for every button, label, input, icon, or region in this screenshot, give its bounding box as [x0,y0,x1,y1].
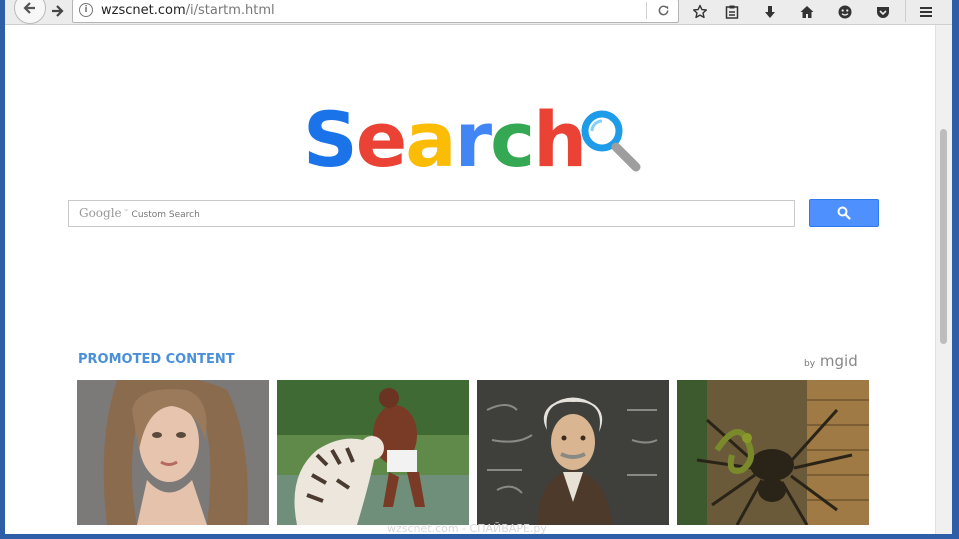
page-content: Search Google ™ Custom Search PROMOTED CO… [5,25,935,534]
bookmark-star-button[interactable] [689,1,711,23]
home-icon [800,6,814,18]
pocket-button[interactable] [872,1,894,23]
logo-letter: e [355,95,408,184]
logo-letter: r [454,95,493,184]
toolbar-divider [905,0,906,22]
scrollbar-thumb[interactable] [940,129,947,344]
hamburger-menu-icon [920,7,932,17]
url-text[interactable]: wzscnet.com/i/startm.html [101,3,275,18]
browser-toolbar: i wzscnet.com/i/startm.html [5,0,952,25]
smiley-icon [838,5,852,19]
download-arrow-icon [765,6,775,18]
url-path: /i/startm.html [185,3,275,18]
forward-arrow-icon [52,5,64,17]
promo-tile[interactable] [77,380,269,525]
search-icon [837,206,851,220]
promo-tile[interactable] [277,380,469,525]
mgid-logo: mgid [819,352,858,370]
address-bar[interactable]: i wzscnet.com/i/startm.html [72,0,679,23]
search-placeholder-text: Custom Search [131,210,200,220]
search-placeholder: Google ™ Custom Search [79,206,200,220]
promo-image [477,380,669,525]
promoted-by-label[interactable]: by mgid [804,352,858,370]
reload-icon [658,5,668,15]
promoted-by-text: by [804,359,816,369]
pocket-icon [877,7,889,18]
promo-tile[interactable] [677,380,869,525]
home-button[interactable] [796,1,818,23]
site-info-icon[interactable]: i [79,3,93,17]
back-button[interactable] [14,0,46,24]
promo-image [677,380,869,525]
browser-window: i wzscnet.com/i/startm.html Search Googl… [5,0,952,534]
promo-image [277,380,469,525]
search-logo: Search [303,95,587,184]
logo-letter: S [303,95,358,184]
logo-letter: c [490,95,535,184]
menu-button[interactable] [915,1,937,23]
logo-magnifier-icon [581,110,641,172]
downloads-button[interactable] [759,1,781,23]
search-input[interactable]: Google ™ Custom Search [68,200,795,227]
clipboard-icon [725,5,739,19]
promoted-content-title: PROMOTED CONTENT [78,352,235,367]
forward-button[interactable] [47,1,67,21]
logo-letter: a [405,95,456,184]
url-host: wzscnet.com [101,3,186,18]
watermark: wzscnet.com - СПАЙВАРЕ.ру [387,522,547,534]
reading-list-button[interactable] [721,1,743,23]
star-icon [693,4,707,19]
promo-image [77,380,269,525]
trademark-mark: ™ [123,209,129,215]
page-scrollbar[interactable] [935,25,952,534]
promo-tile[interactable] [477,380,669,525]
reload-button[interactable] [655,2,671,18]
emoji-button[interactable] [834,1,856,23]
search-button[interactable] [809,199,879,227]
back-arrow-icon [23,2,35,14]
url-divider [646,2,647,19]
google-brand: Google [79,206,122,220]
